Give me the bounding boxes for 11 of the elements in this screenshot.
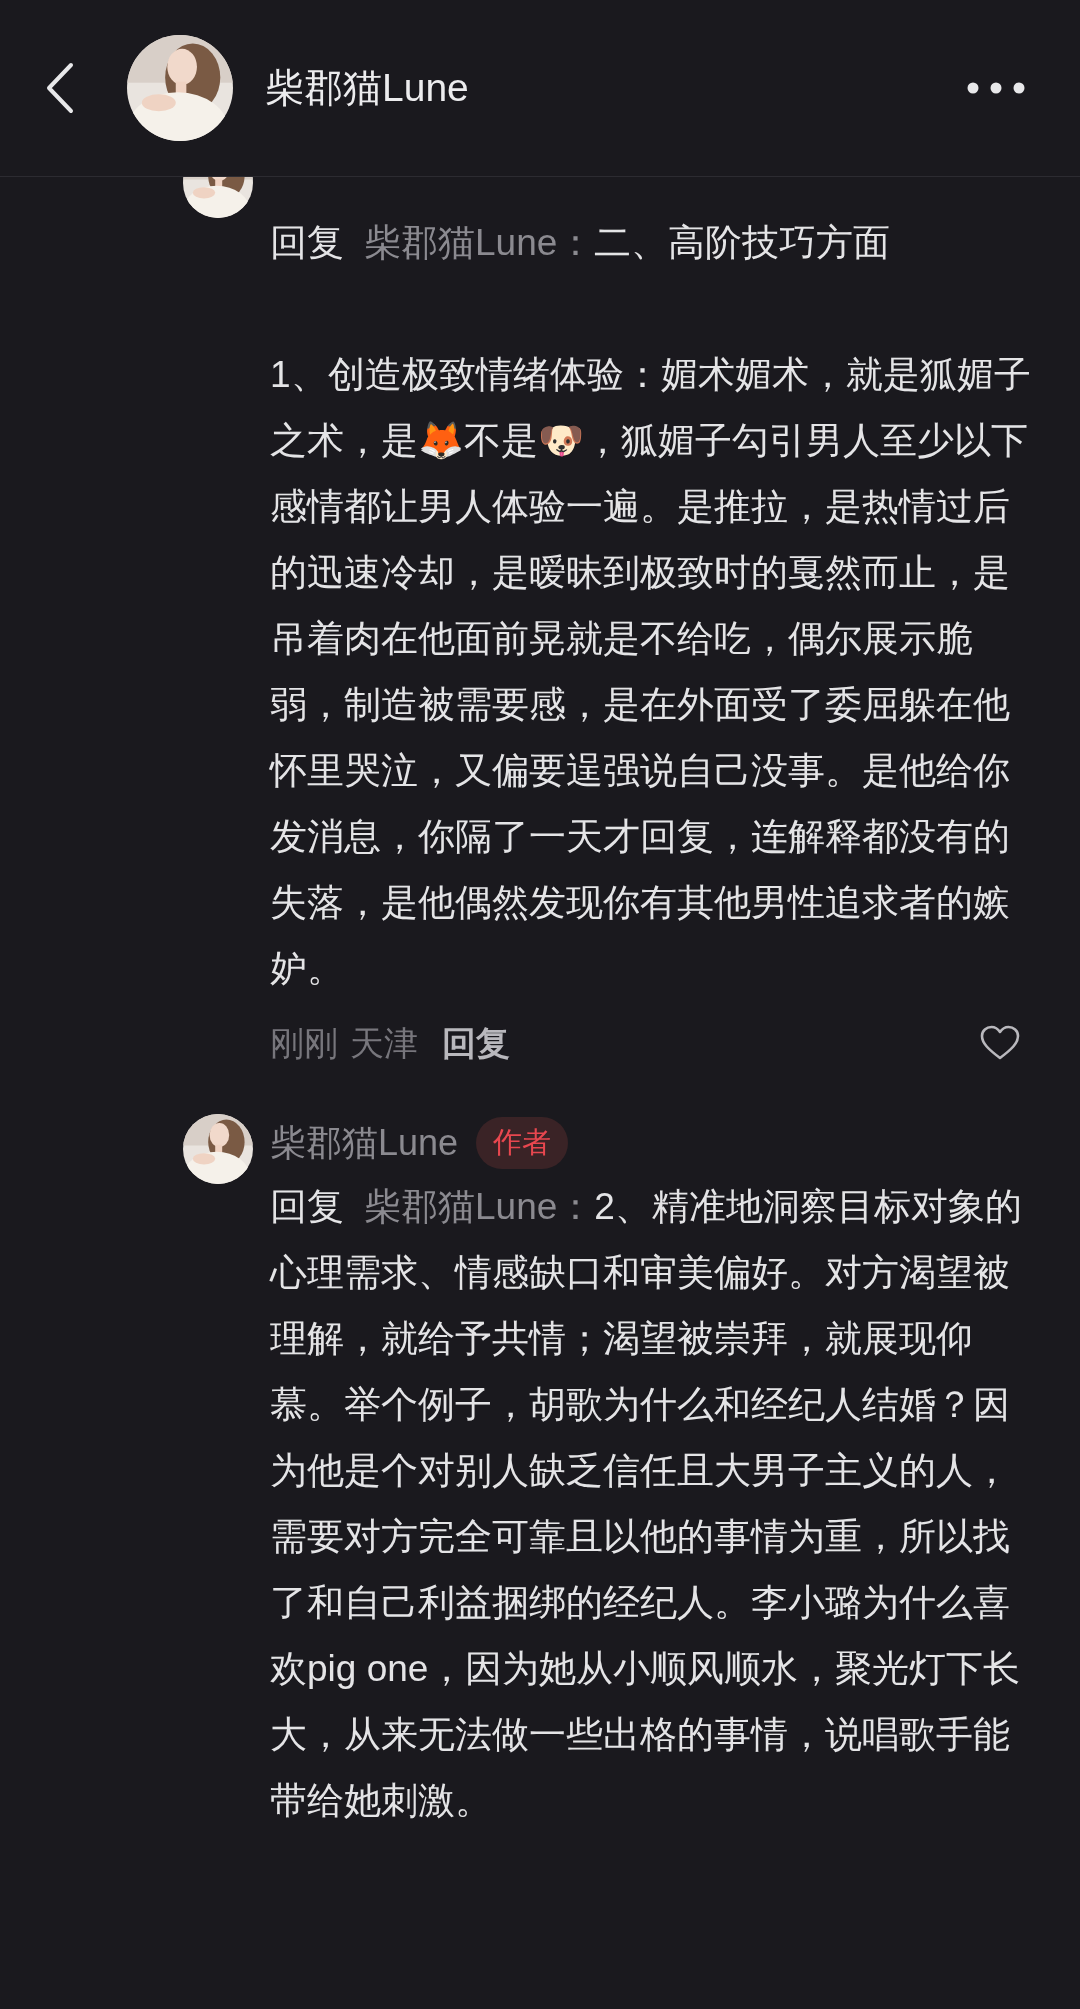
more-icon: [967, 82, 1025, 94]
reply-button[interactable]: 回复: [442, 1017, 510, 1069]
author-badge: 作者: [476, 1117, 569, 1169]
heart-icon: [980, 1025, 1020, 1061]
author-name: 柴郡猫Lune: [270, 1121, 459, 1165]
back-icon: [45, 62, 75, 114]
comment-text: 回复 柴郡猫Lune：2、精准地洞察目标对象的心理需求、情感缺口和审美偏好。对方渴望被理解，就给予共情；渴望被崇拜，就展现仰慕。举个例子，胡歌为什么和经纪人结婚？因为他是个对别人缺乏信任且大男子主义的人，需要对方完全可靠且以他的事情为重，所以找了和自己利益捆绑的经纪人。李小璐为什么喜欢pig one，因为她从小顺风顺水，聚光灯下长大，从来无法做一些出格的事情，说唱歌手能带给她刺激。: [270, 1185, 1023, 1823]
comment-text: 回复 柴郡猫Lune：二、高阶技巧方面 1、创造极致情绪体验：媚术媚术，就是狐媚子之术，是🦊不是🐶，狐媚子勾引男人至少以下感情都让男人体验一遍。是推拉，是热情过后的迅速冷却，是暧昧到极致时的戛然而止，是吊着肉在他面前晃就是不给吃，偶尔展示脆弱，制造被需要感，是在外面受了委屈躲在他怀里哭泣，又偏要逞强说自己没事。是他给你发消息，你隔了一天才回复，连解释都没有的失落，是他偶然发现你有其他男性追求者的嫉妒。: [270, 221, 1032, 991]
comment-time: 刚刚: [270, 1022, 338, 1064]
profile-name: 柴郡猫Lune: [265, 64, 469, 111]
comment-location: 天津: [350, 1022, 418, 1064]
